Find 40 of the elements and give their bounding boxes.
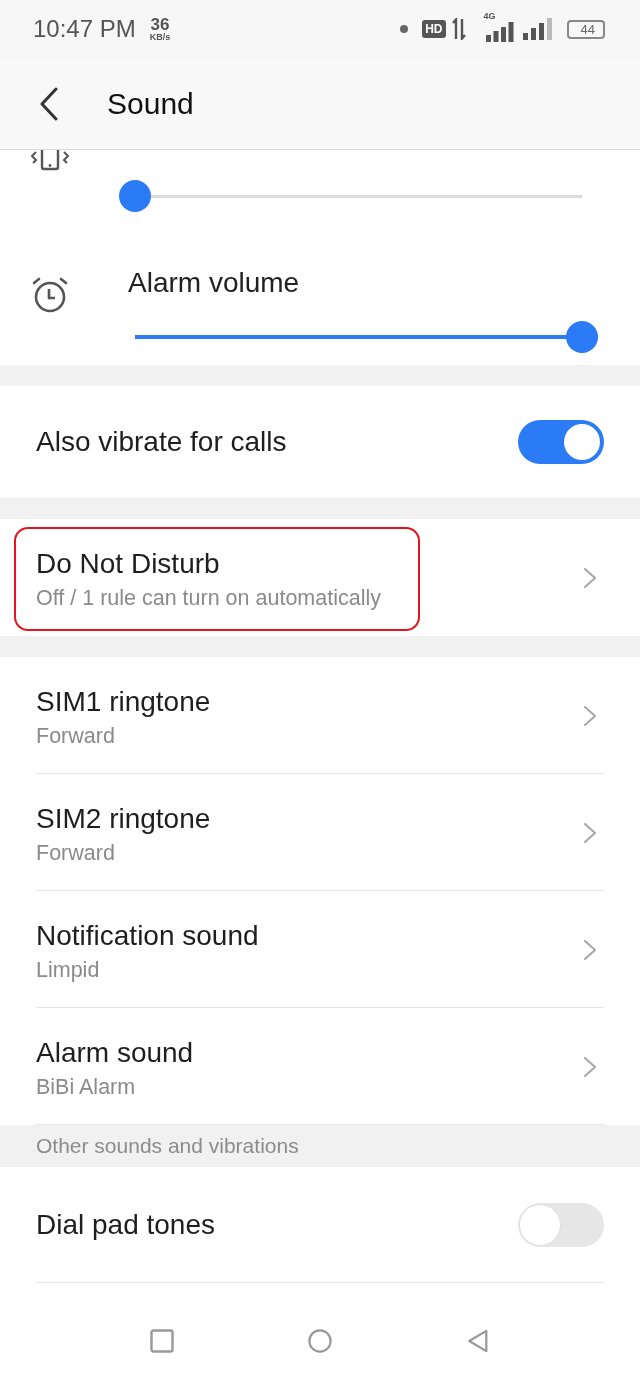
status-time: 10:47 PM (33, 15, 136, 43)
setting-title: Do Not Disturb (36, 547, 220, 580)
toggle-switch[interactable] (518, 420, 604, 464)
hd-badge: HD (422, 20, 446, 38)
setting-title: Alarm sound (36, 1036, 194, 1069)
chevron-right-icon[interactable] (583, 1055, 597, 1078)
chevron-right-icon[interactable] (583, 566, 597, 589)
slider-thumb[interactable] (566, 321, 598, 353)
recent-apps-icon[interactable] (150, 1329, 174, 1353)
setting-title: SIM1 ringtone (36, 685, 211, 718)
net-speed-unit: KB/s (149, 33, 171, 42)
page-title: Sound (107, 86, 194, 121)
chevron-right-icon[interactable] (583, 938, 597, 961)
signal-bars-icon (522, 18, 553, 40)
setting-subtitle: Off / 1 rule can turn on automatically (36, 584, 381, 611)
setting-value: Forward (36, 839, 115, 866)
slider-thumb[interactable] (119, 180, 151, 212)
back-icon[interactable] (39, 86, 59, 121)
volume-label: Alarm volume (128, 267, 300, 299)
setting-value: BiBi Alarm (36, 1073, 136, 1100)
vibrate-phone-icon (30, 150, 70, 171)
section-header: Other sounds and vibrations (0, 1125, 640, 1167)
battery-indicator: 44 (566, 19, 605, 39)
setting-title: Notification sound (36, 919, 259, 952)
back-triangle-icon[interactable] (466, 1329, 490, 1353)
setting-value: Forward (36, 722, 115, 749)
notification-dot-icon (400, 25, 409, 33)
chevron-right-icon[interactable] (583, 821, 597, 844)
toggle-switch[interactable] (518, 1203, 604, 1247)
home-icon[interactable] (308, 1329, 332, 1353)
signal-bars-icon (485, 22, 514, 42)
setting-title: Also vibrate for calls (36, 426, 287, 458)
setting-title: Dial pad tones (36, 1209, 215, 1241)
data-arrows-icon (451, 18, 466, 40)
net-speed-value: 36 (150, 16, 170, 33)
alarm-clock-icon (32, 277, 68, 313)
setting-title: SIM2 ringtone (36, 802, 211, 835)
network-type-label: 4G (483, 12, 496, 21)
setting-value: Limpid (36, 956, 100, 983)
chevron-right-icon[interactable] (583, 704, 597, 727)
